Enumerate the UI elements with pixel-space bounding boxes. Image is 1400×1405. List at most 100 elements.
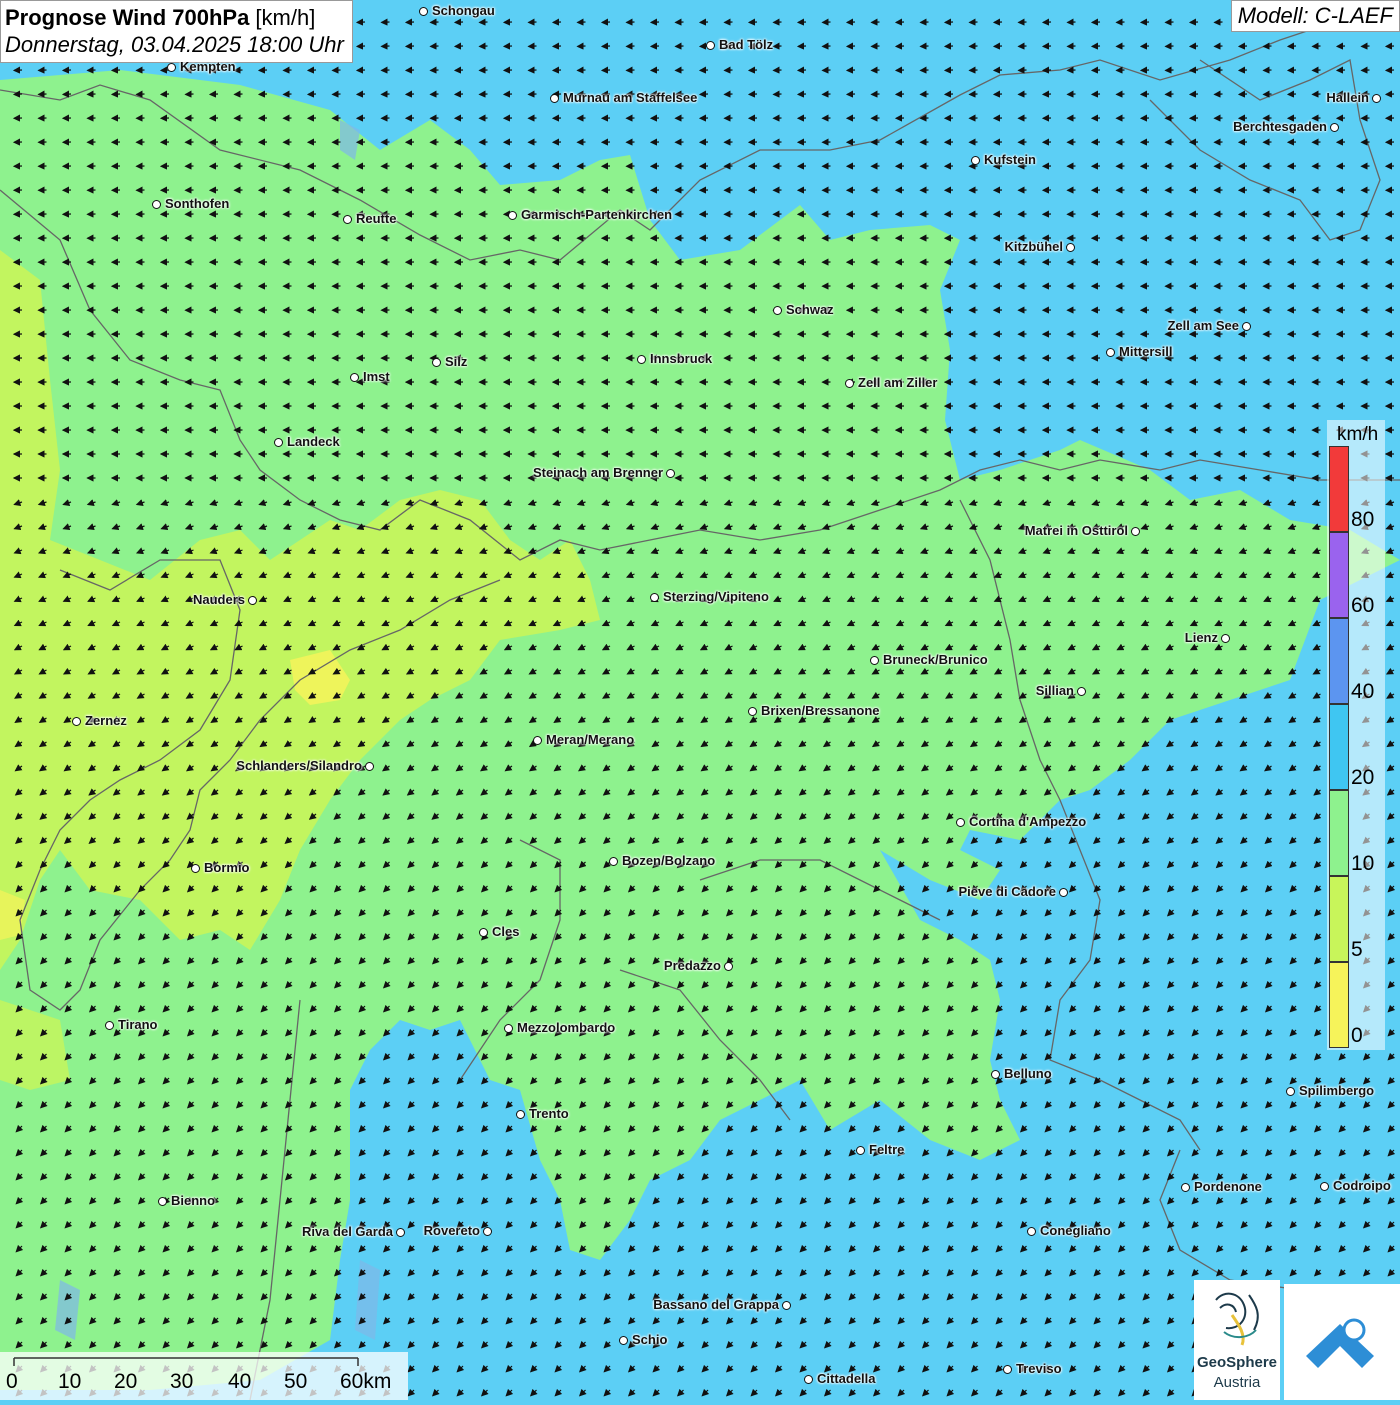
city-label: Feltre: [869, 1142, 904, 1157]
city-marker: [1059, 888, 1068, 897]
city-label: Matrei in Osttirol: [1025, 523, 1128, 538]
city-marker: [782, 1301, 791, 1310]
city-marker: [533, 736, 542, 745]
city-label: Pordenone: [1194, 1179, 1262, 1194]
scale-tick-label: 60km: [340, 1370, 391, 1394]
legend-color-bar: [1329, 790, 1349, 876]
forecast-datetime: Donnerstag, 03.04.2025 18:00 Uhr: [5, 31, 344, 58]
city-marker: [991, 1070, 1000, 1079]
city-marker: [274, 438, 283, 447]
city-marker: [870, 656, 879, 665]
city-marker: [1242, 322, 1251, 331]
legend-color-bar: [1329, 618, 1349, 704]
map-title: Prognose Wind 700hPa [km/h]: [5, 4, 344, 31]
city-marker: [706, 41, 715, 50]
city-marker: [483, 1227, 492, 1236]
city-label: Hallein: [1326, 90, 1369, 105]
city-marker: [167, 63, 176, 72]
city-marker: [1372, 94, 1381, 103]
legend-label: 5: [1351, 938, 1363, 962]
scale-tick-label: 30: [170, 1370, 193, 1394]
city-marker: [432, 358, 441, 367]
city-label: Rovereto: [424, 1223, 480, 1238]
city-label: Spilimbergo: [1299, 1083, 1374, 1098]
city-marker: [152, 200, 161, 209]
city-marker: [748, 707, 757, 716]
city-marker: [419, 7, 428, 16]
geosphere-logo-text: GeoSphere: [1194, 1354, 1280, 1371]
city-label: Sonthofen: [165, 196, 229, 211]
city-label: Bormio: [204, 860, 250, 875]
city-marker: [105, 1021, 114, 1030]
scale-tick-label: 50: [284, 1370, 307, 1394]
model-label: Modell: C-LAEF: [1231, 0, 1400, 32]
scale-tick-label: 20: [114, 1370, 137, 1394]
city-label: Schongau: [432, 3, 495, 18]
city-marker: [343, 215, 352, 224]
city-label: Meran/Merano: [546, 732, 634, 747]
city-label: Belluno: [1004, 1066, 1052, 1081]
city-marker: [248, 596, 257, 605]
city-label: Trento: [529, 1106, 569, 1121]
city-marker: [619, 1336, 628, 1345]
city-label: Cortina d'Ampezzo: [969, 814, 1086, 829]
city-marker: [637, 355, 646, 364]
city-label: Codroipo: [1333, 1178, 1391, 1193]
city-label: Bruneck/Brunico: [883, 652, 988, 667]
scale-tick-label: 40: [228, 1370, 251, 1394]
city-label: Silz: [445, 354, 467, 369]
city-label: Kitzbühel: [1005, 239, 1064, 254]
city-marker: [956, 818, 965, 827]
city-label: Predazzo: [664, 958, 721, 973]
legend-unit: km/h: [1337, 424, 1378, 446]
city-label: Bassano del Grappa: [653, 1297, 779, 1312]
city-label: Steinach am Brenner: [533, 465, 663, 480]
city-label: Imst: [363, 369, 390, 384]
austria-logo-text: Austria: [1194, 1374, 1280, 1391]
city-label: Cittadella: [817, 1371, 876, 1386]
city-marker: [1003, 1365, 1012, 1374]
city-marker: [516, 1110, 525, 1119]
city-label: Kempten: [180, 59, 236, 74]
city-label: Zell am See: [1167, 318, 1239, 333]
geosphere-logo-icon: [1194, 1280, 1280, 1352]
city-marker: [396, 1228, 405, 1237]
city-marker: [856, 1146, 865, 1155]
city-marker: [1066, 243, 1075, 252]
city-marker: [72, 717, 81, 726]
app-logo: [1284, 1284, 1400, 1400]
city-marker: [724, 962, 733, 971]
city-label: Schio: [632, 1332, 667, 1347]
city-marker: [609, 857, 618, 866]
city-label: Innsbruck: [650, 351, 712, 366]
city-marker: [1131, 527, 1140, 536]
city-label: Landeck: [287, 434, 340, 449]
legend-color-bar: [1329, 446, 1349, 532]
city-marker: [1221, 634, 1230, 643]
city-marker: [1320, 1182, 1329, 1191]
legend-label: 20: [1351, 766, 1374, 790]
scale-bar: 0102030405060km: [0, 1352, 408, 1400]
city-marker: [1286, 1087, 1295, 1096]
city-marker: [1027, 1227, 1036, 1236]
city-label: Reutte: [356, 211, 396, 226]
city-marker: [804, 1375, 813, 1384]
city-label: Murnau am Staffelsee: [563, 90, 697, 105]
city-marker: [650, 593, 659, 602]
city-marker: [508, 211, 517, 220]
city-label: Mittersill: [1119, 344, 1172, 359]
city-label: Pieve di Cadore: [958, 884, 1056, 899]
city-marker: [773, 306, 782, 315]
city-label: Cles: [492, 924, 519, 939]
city-marker: [550, 94, 559, 103]
legend-label: 60: [1351, 594, 1374, 618]
scale-tick-label: 10: [58, 1370, 81, 1394]
legend-label: 10: [1351, 852, 1374, 876]
legend-label: 40: [1351, 680, 1374, 704]
city-label: Lienz: [1185, 630, 1218, 645]
city-marker: [479, 928, 488, 937]
city-label: Schwaz: [786, 302, 834, 317]
city-marker: [1106, 348, 1115, 357]
city-marker: [1330, 123, 1339, 132]
scale-ruler: [0, 1352, 408, 1372]
